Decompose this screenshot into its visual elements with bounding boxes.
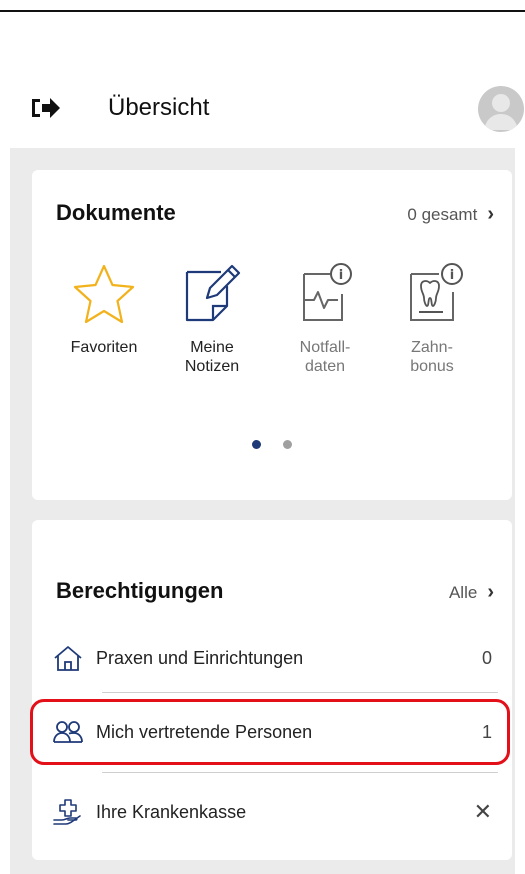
- doc-item-emergency-data[interactable]: i Notfall- daten: [280, 260, 370, 376]
- permissions-all-label: Alle: [448, 582, 478, 602]
- pagination-dot-1[interactable]: [252, 440, 261, 449]
- perm-row-count: 0: [481, 647, 492, 668]
- tooth-icon: i: [410, 263, 463, 321]
- permissions-title: Berechtigungen: [56, 578, 224, 603]
- main-content: Dokumente 0 gesamt › Favoriten Meine Not…: [10, 148, 515, 874]
- app-header: Übersicht: [0, 80, 525, 142]
- row-divider: [102, 692, 498, 693]
- perm-row-label: Mich vertretende Personen: [96, 721, 313, 742]
- house-icon: [54, 646, 82, 671]
- avatar[interactable]: [478, 86, 524, 132]
- doc-label-line: Meine: [190, 339, 234, 356]
- pagination-dot-2[interactable]: [283, 440, 292, 449]
- close-icon[interactable]: ✕: [474, 799, 492, 825]
- doc-label-line: Zahn-: [411, 339, 453, 356]
- doc-label-line: Notizen: [184, 358, 240, 375]
- perm-row-representatives[interactable]: Mich vertretende Personen 1: [52, 704, 498, 760]
- pagination-dots: [252, 440, 292, 449]
- emergency-data-icon: i: [303, 263, 352, 321]
- doc-label-line: bonus: [410, 358, 454, 375]
- permissions-card: Berechtigungen Alle › Praxen und Einrich…: [32, 520, 512, 860]
- insurance-hand-icon: [53, 799, 81, 825]
- row-divider: [102, 772, 498, 773]
- doc-item-dental-bonus[interactable]: i Zahn- bonus: [387, 260, 477, 376]
- permissions-all-link[interactable]: Alle ›: [449, 581, 494, 604]
- doc-item-notes[interactable]: Meine Notizen: [167, 260, 257, 376]
- doc-label-line: daten: [304, 358, 346, 375]
- documents-card: Dokumente 0 gesamt › Favoriten Meine Not…: [32, 170, 512, 500]
- perm-row-label: Praxen und Einrichtungen: [96, 647, 304, 668]
- page-title: Übersicht: [108, 94, 210, 121]
- doc-label: Favoriten: [59, 338, 149, 357]
- doc-label: Zahn- bonus: [387, 338, 477, 376]
- svg-text:i: i: [339, 268, 343, 283]
- svg-text:i: i: [450, 268, 454, 283]
- doc-label-line: Notfall-: [299, 339, 351, 356]
- logout-icon[interactable]: [30, 96, 62, 120]
- perm-row-count: 1: [481, 721, 492, 742]
- perm-row-label: Ihre Krankenkasse: [96, 801, 247, 822]
- doc-label-line: Favoriten: [70, 339, 138, 356]
- notes-icon: [185, 264, 241, 322]
- star-icon: [73, 264, 135, 324]
- perm-row-practices[interactable]: Praxen und Einrichtungen 0: [52, 630, 498, 686]
- doc-item-favorites[interactable]: Favoriten: [59, 260, 149, 357]
- documents-total-label: 0 gesamt: [407, 204, 478, 224]
- user-avatar-icon: [484, 94, 518, 130]
- perm-row-health-insurance[interactable]: Ihre Krankenkasse ✕: [52, 784, 498, 840]
- doc-label: Meine Notizen: [167, 338, 257, 376]
- doc-label: Notfall- daten: [280, 338, 370, 376]
- documents-total-link[interactable]: 0 gesamt ›: [407, 203, 494, 226]
- chevron-right-icon: ›: [487, 581, 494, 603]
- people-icon: [53, 721, 83, 743]
- top-divider: [0, 10, 525, 12]
- chevron-right-icon: ›: [487, 203, 494, 225]
- documents-title: Dokumente: [56, 200, 176, 225]
